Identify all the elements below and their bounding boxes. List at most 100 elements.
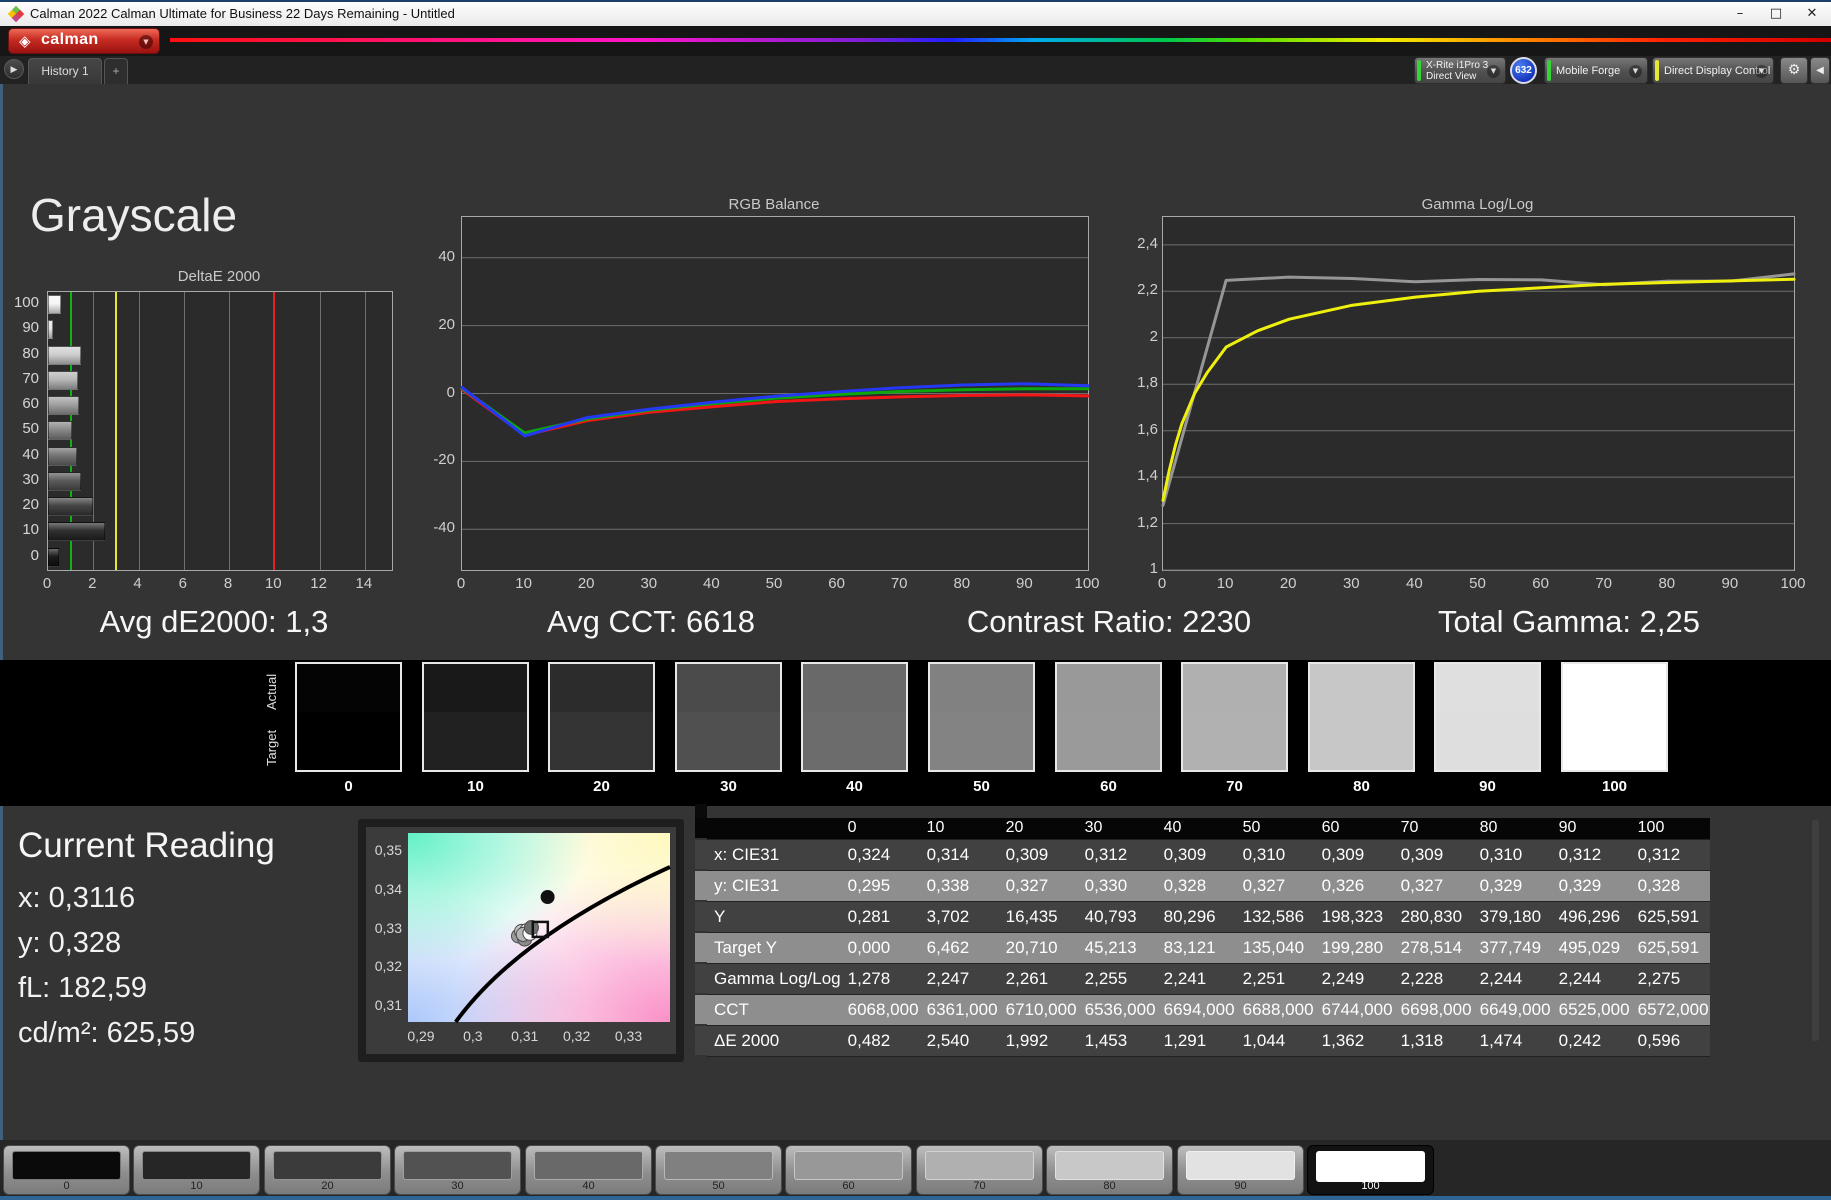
table-gutter [695,870,707,902]
gridline [229,292,231,570]
swatch-target [803,711,906,770]
column-header: 90 [1551,818,1631,840]
axis-tick-label: 0,35 [374,842,402,859]
gridline [364,292,366,570]
table-gutter [695,818,707,840]
meter-select-dropdown[interactable]: X-Rite i1Pro 3 Direct View ▼ [1414,57,1506,84]
table-cell: 2,228 [1393,963,1473,995]
table-cell: 278,514 [1393,932,1473,964]
table-cell: 625,591 [1630,932,1710,964]
deltae-bar [48,446,78,466]
deltae-bar [48,396,79,416]
table-cell: 0,596 [1630,1025,1710,1057]
target-row-label: Target [264,729,279,767]
axis-tick-label: 0 [446,383,455,401]
deltae-bar [48,522,106,542]
patch-level-label: 40 [582,1180,595,1192]
grayscale-patch-button[interactable]: 70 [916,1145,1043,1195]
grayscale-patch-button[interactable]: 60 [785,1145,912,1195]
minimize-button[interactable]: – [1722,2,1758,26]
grayscale-patch-button[interactable]: 0 [3,1145,130,1195]
swatch-actual [424,664,527,712]
table-cell: 0,314 [919,839,999,871]
grayscale-patch-button[interactable]: 100 [1307,1145,1434,1195]
axis-tick-label: 10 [515,575,532,592]
axis-tick-label: 60 [828,575,845,592]
column-header: 50 [1235,818,1315,840]
source-name: Mobile Forge [1556,65,1621,77]
source-select-dropdown[interactable]: Mobile Forge ▼ [1544,57,1648,84]
axis-tick-label: 40 [438,247,455,265]
grayscale-swatch [1434,662,1541,772]
calman-logo-icon: ◈ [19,32,31,50]
axis-tick-label: 10 [1216,575,1234,592]
swatch-actual [1310,664,1413,712]
table-cell: 0,482 [840,1025,920,1057]
axis-tick-label: 0,33 [374,919,402,936]
table-cell: 280,830 [1393,901,1473,933]
axis-tick-label: 20 [577,575,595,592]
cie-x-axis: 0,29 0,3 0,31 0,32 0,33 [407,1028,670,1046]
swatch-target [1310,711,1413,770]
calman-menu-button[interactable]: ◈ calman ▼ [8,28,160,54]
table-cell: 0,295 [840,870,920,902]
axis-tick-label: 1,4 [1137,467,1158,485]
grayscale-patch-button[interactable]: 90 [1177,1145,1304,1195]
source-status-bar [1547,60,1551,81]
grayscale-patch-button[interactable]: 50 [655,1145,782,1195]
grayscale-swatch [801,662,908,772]
axis-tick-label: 0 [456,575,466,592]
axis-tick-label: 1,6 [1137,420,1158,438]
add-tab-button[interactable]: + [104,58,128,84]
grayscale-swatch [1308,662,1415,772]
patch-level-label: 30 [451,1180,464,1192]
close-button[interactable]: ✕ [1794,2,1830,26]
table-cell: 0,329 [1472,870,1552,902]
table-row: Gamma Log/Log 1,278 2,247 2,261 2,255 2,241 2,… [695,963,1710,995]
grayscale-patch-button[interactable]: 30 [394,1145,521,1195]
swatch-level-label: 50 [973,778,990,795]
rgb-x-axis: 0 10 20 30 40 50 60 70 80 90 100 [457,575,1100,595]
grayscale-patch-button[interactable]: 10 [133,1145,260,1195]
table-row: Y 0,281 3,702 16,435 40,793 80,296 132,586 198,… [695,901,1710,933]
table-cell: 1,278 [840,963,920,995]
table-gutter [695,963,707,995]
maximize-button[interactable]: □ [1758,2,1794,26]
axis-tick-label: 80 [953,575,971,592]
table-scrollbar[interactable] [1812,820,1819,1041]
table-cell: 1,318 [1393,1025,1473,1057]
patch-level-label: 10 [190,1180,203,1192]
grayscale-patch-button[interactable]: 40 [525,1145,652,1195]
axis-tick-label: 40 [1406,575,1423,592]
meter-name: X-Rite i1Pro 3 [1426,60,1489,71]
actual-row-label: Actual [264,673,279,711]
table-cell: 0,000 [840,932,920,964]
patch-level-label: 20 [321,1180,334,1192]
swatch-actual [930,664,1033,712]
axis-tick-label: 2,2 [1137,281,1158,299]
table-cell: 379,180 [1472,901,1552,933]
patch-swatch [664,1151,773,1180]
collapse-panel-button[interactable]: ◀ [1810,57,1830,84]
table-cell: 496,296 [1551,901,1631,933]
grayscale-patch-button[interactable]: 80 [1046,1145,1173,1195]
cie-chart [408,833,671,1024]
table-cell: 1,362 [1314,1025,1394,1057]
settings-button[interactable]: ⚙ [1780,57,1808,84]
warning-threshold [114,292,117,570]
swatch-target [1057,711,1160,770]
grayscale-patch-button[interactable]: 20 [264,1145,391,1195]
grayscale-swatch [295,662,402,772]
axis-tick-label: 0,33 [614,1028,643,1044]
display-control-dropdown[interactable]: Direct Display Control ▼ [1652,57,1774,84]
swatch-target [550,711,653,770]
axis-tick-label: 14 [355,575,373,592]
gridline [138,292,140,570]
tab-history-1[interactable]: History 1 [28,58,102,84]
tab-scroll-button[interactable]: ▶ [4,59,24,79]
meter-mode: Direct View [1426,71,1477,82]
table-row: CCT 6068,000 6361,000 6710,000 6536,000 6694,… [695,994,1710,1026]
table-cell: 2,244 [1472,963,1552,995]
table-row: ΔE 2000 0,482 2,540 1,992 1,453 1,291 1,044 1,3… [695,1025,1710,1057]
axis-tick-label: 60 [1532,575,1549,592]
